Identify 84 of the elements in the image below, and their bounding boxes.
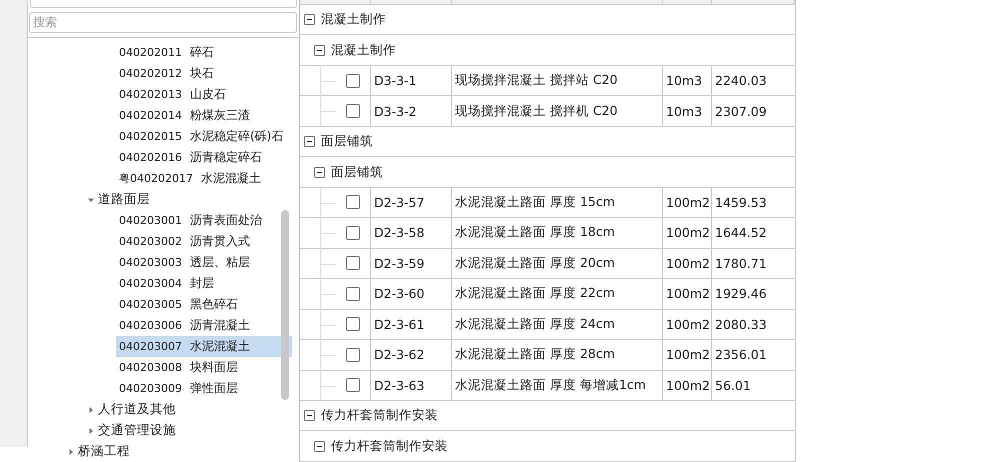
- table-cell: 100m2: [663, 279, 712, 309]
- scrollbar-thumb[interactable]: [281, 210, 289, 400]
- table-cell-text: 2080.33: [714, 316, 768, 334]
- tree-item[interactable]: 040203008 块料面层: [116, 357, 292, 378]
- table-cell: 水泥混凝土路面 厚度 18cm: [452, 218, 663, 248]
- checkbox[interactable]: [346, 378, 360, 392]
- tree-item[interactable]: 交通管理设施: [98, 422, 176, 439]
- table-cell: 100m2: [663, 218, 712, 248]
- table-cell: 100m2: [663, 310, 712, 340]
- group-title: 面层铺筑: [331, 164, 383, 180]
- table-cell-text: 1644.52: [714, 224, 768, 242]
- table-cell-text: 2307.09: [714, 102, 768, 121]
- tree-item[interactable]: 040203005 黑色碎石: [116, 294, 292, 315]
- table-cell: 100m2: [663, 248, 712, 278]
- checkbox[interactable]: [346, 104, 360, 118]
- table-cell: 100m2: [663, 370, 712, 400]
- collapse-icon[interactable]: [314, 44, 325, 56]
- collapsed-arrow-icon[interactable]: [68, 448, 74, 454]
- table-cell: 10m3: [663, 96, 712, 126]
- table-cell: D2-3-58: [371, 218, 452, 248]
- collapsed-arrow-icon[interactable]: [88, 428, 94, 434]
- tree-item[interactable]: 040203001 沥青表面处治: [116, 210, 292, 231]
- table-cell: 水泥混凝土路面 厚度 每增减1cm: [452, 370, 663, 400]
- tree-item[interactable]: 040203004 封层: [116, 273, 292, 294]
- table-cell-text: 1780.71: [714, 254, 768, 273]
- table-cell-text: 2356.01: [714, 346, 768, 364]
- table-cell: D2-3-61: [371, 310, 452, 340]
- tree-item[interactable]: 040203006 沥青混凝土: [116, 315, 292, 336]
- checkbox[interactable]: [346, 226, 360, 240]
- table-cell: 100m2: [663, 340, 712, 370]
- checkbox[interactable]: [346, 348, 360, 362]
- table-cell-text: 2240.03: [714, 72, 768, 90]
- group-title: 传力杆套筒制作安装: [321, 407, 438, 424]
- tree-item[interactable]: 040202011 碎石: [116, 42, 292, 63]
- table-cell: D3-3-1: [371, 66, 452, 96]
- table-cell: 100m2: [663, 188, 712, 218]
- collapsed-arrow-icon[interactable]: [88, 406, 94, 412]
- tree-item[interactable]: 道路面层: [98, 191, 150, 208]
- tree-item[interactable]: 040202013 山皮石: [116, 84, 292, 105]
- table-cell: 水泥混凝土路面 厚度 15cm: [452, 188, 663, 218]
- checkbox[interactable]: [346, 74, 360, 88]
- tree-item[interactable]: 040202014 粉煤灰三渣: [116, 105, 292, 126]
- tree-item[interactable]: 040203002 沥青贯入式: [116, 231, 292, 252]
- table-cell-text: 56.01: [714, 376, 752, 395]
- tree-item[interactable]: 040203009 弹性面层: [116, 378, 292, 399]
- table-cell: 水泥混凝土路面 厚度 20cm: [452, 248, 663, 278]
- tree-item[interactable]: 人行道及其他: [98, 401, 176, 418]
- collapse-icon[interactable]: [304, 410, 315, 422]
- group-title: 混凝土制作: [321, 11, 386, 28]
- table-cell-text: 1929.46: [714, 285, 768, 304]
- collapse-icon[interactable]: [314, 440, 325, 452]
- table-cell: D2-3-62: [371, 340, 452, 370]
- table-cell: D2-3-57: [371, 188, 452, 218]
- table-cell: 水泥混凝土路面 厚度 28cm: [452, 340, 663, 370]
- table-cell: 水泥混凝土路面 厚度 22cm: [452, 279, 663, 309]
- table-cell: 水泥混凝土路面 厚度 24cm: [452, 310, 663, 340]
- tree-item[interactable]: 040203007 水泥混凝土: [116, 336, 292, 357]
- collapse-icon[interactable]: [304, 14, 315, 26]
- search-field[interactable]: 搜索: [29, 12, 297, 33]
- expanded-arrow-icon[interactable]: [88, 196, 94, 202]
- tree-item[interactable]: 桥涵工程: [78, 443, 130, 460]
- tree-item[interactable]: 040202016 沥青稳定碎石: [116, 147, 292, 168]
- collapse-icon[interactable]: [304, 136, 315, 148]
- table-cell: D3-3-2: [371, 96, 452, 126]
- collapse-icon[interactable]: [314, 166, 325, 178]
- table-cell: D2-3-63: [371, 370, 452, 400]
- table-cell: D2-3-59: [371, 248, 452, 278]
- tree-item[interactable]: 040202012 块石: [116, 63, 292, 84]
- checkbox[interactable]: [346, 286, 360, 301]
- table-cell-text: 1459.53: [714, 194, 768, 212]
- tree-item[interactable]: 040203003 透层、粘层: [116, 252, 292, 273]
- group-title: 面层铺筑: [321, 133, 373, 150]
- checkbox[interactable]: [346, 317, 360, 332]
- group-title: 传力杆套筒制作安装: [331, 438, 448, 455]
- tree-item[interactable]: 粤040202017 水泥混凝土: [116, 168, 292, 189]
- tree-item[interactable]: 040202015 水泥稳定碎(砾)石: [116, 126, 292, 147]
- table-cell: 现场搅拌混凝土 搅拌机 C20: [452, 96, 663, 126]
- group-title: 混凝土制作: [331, 42, 396, 59]
- checkbox[interactable]: [346, 195, 360, 210]
- input-field[interactable]: [30, 0, 297, 8]
- table-cell: 现场搅拌混凝土 搅拌站 C20: [452, 66, 663, 96]
- table-cell: D2-3-60: [371, 279, 452, 309]
- table-cell: 10m3: [663, 66, 712, 96]
- checkbox[interactable]: [346, 256, 360, 270]
